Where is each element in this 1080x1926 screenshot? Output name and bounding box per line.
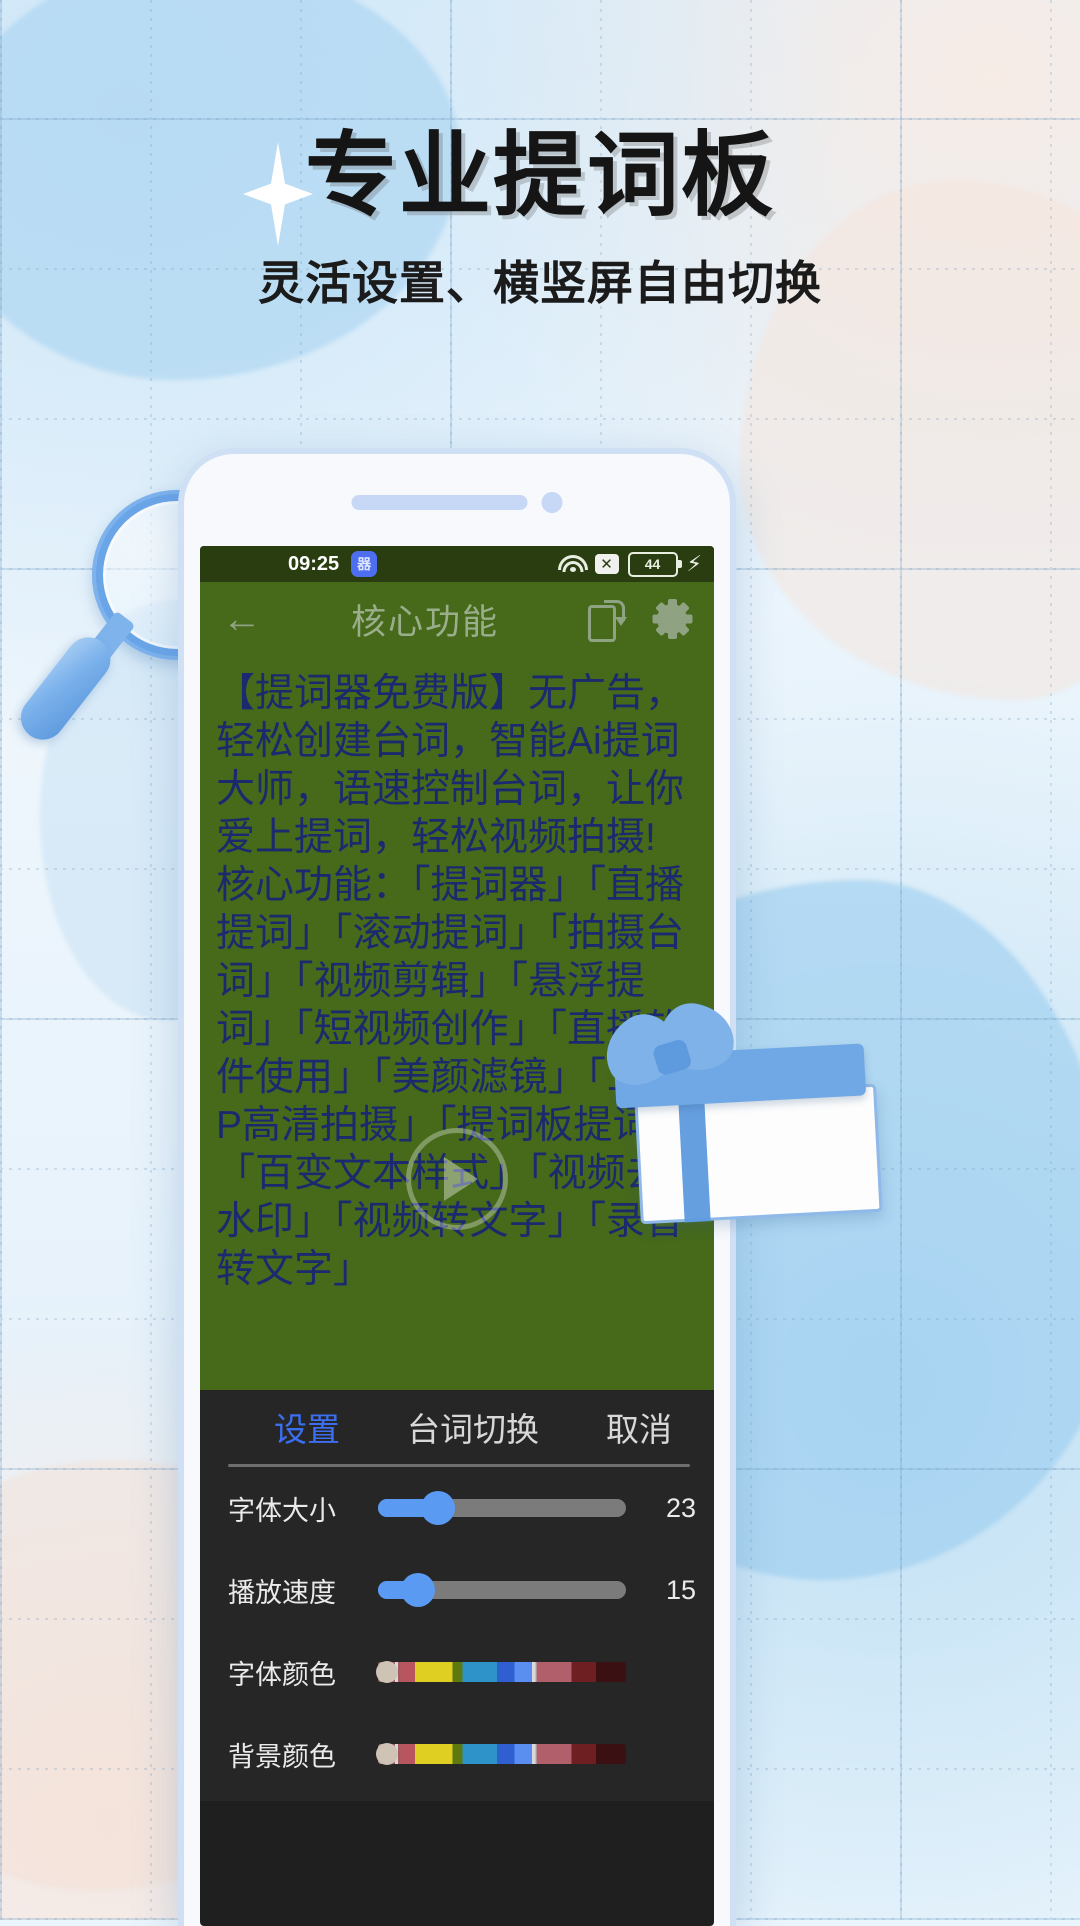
phone-screen: 09:25 器 ✕ 44 ⚡ ← 核心功能 【提词器免费版】无广告，轻松创建台词… (200, 546, 714, 1926)
play-speed-value: 15 (665, 1574, 696, 1605)
battery-icon: 44 (627, 551, 682, 577)
control-panel: 设置 台词切换 取消 字体大小 23 播放速度 15 字体颜色 背景颜色 (200, 1390, 714, 1801)
page-subtitle: 灵活设置、横竖屏自由切换 (258, 256, 822, 309)
app-badge-icon: 器 (351, 551, 378, 577)
tab-settings[interactable]: 设置 (274, 1403, 340, 1451)
x-icon: ✕ (594, 554, 619, 574)
status-bar-clock: 09:25 (288, 552, 340, 575)
status-bar-left: 09:25 器 (288, 551, 378, 577)
row-label: 背景颜色 (228, 1741, 336, 1772)
earpiece-speaker (351, 495, 528, 510)
page-title: 专业提词板 (242, 125, 775, 246)
setting-row-play-speed: 播放速度 15 (200, 1549, 714, 1631)
panel-tabs: 设置 台词切换 取消 (200, 1390, 714, 1464)
setting-row-background-color: 背景颜色 (200, 1713, 714, 1795)
font-size-value: 23 (665, 1492, 696, 1523)
battery-level-label: 44 (644, 556, 661, 572)
background-color-picker[interactable] (376, 1743, 626, 1765)
tab-script-switch[interactable]: 台词切换 (407, 1403, 539, 1451)
row-label: 播放速度 (228, 1577, 336, 1608)
bolt-icon: ⚡ (686, 551, 702, 576)
wifi-icon (557, 554, 588, 574)
rotate-screen-icon[interactable] (588, 600, 627, 642)
setting-row-font-color: 字体颜色 (200, 1631, 714, 1713)
font-color-picker[interactable] (376, 1661, 626, 1683)
front-camera (541, 492, 563, 513)
back-arrow-icon[interactable]: ← (222, 599, 262, 639)
play-speed-slider[interactable] (378, 1573, 626, 1607)
page-title-text: 专业提词板 (304, 125, 775, 227)
phone-notch (351, 492, 563, 513)
background-color-knob[interactable] (376, 1743, 398, 1765)
app-header-title: 核心功能 (350, 602, 499, 642)
font-color-knob[interactable] (376, 1661, 398, 1683)
status-bar-right: ✕ 44 ⚡ (557, 551, 702, 577)
app-header-actions (588, 599, 692, 642)
font-size-slider[interactable] (378, 1491, 626, 1525)
play-icon[interactable] (406, 1128, 508, 1230)
status-bar: 09:25 器 ✕ 44 ⚡ (200, 546, 714, 582)
tab-cancel[interactable]: 取消 (606, 1403, 672, 1451)
setting-row-font-size: 字体大小 23 (200, 1467, 714, 1549)
row-label: 字体大小 (228, 1495, 336, 1526)
gear-icon[interactable] (652, 599, 692, 639)
row-label: 字体颜色 (228, 1659, 336, 1690)
sparkle-icon (242, 142, 313, 246)
poster-headline: 专业提词板 灵活设置、横竖屏自由切换 (0, 128, 1080, 313)
app-header: ← 核心功能 (200, 582, 714, 656)
